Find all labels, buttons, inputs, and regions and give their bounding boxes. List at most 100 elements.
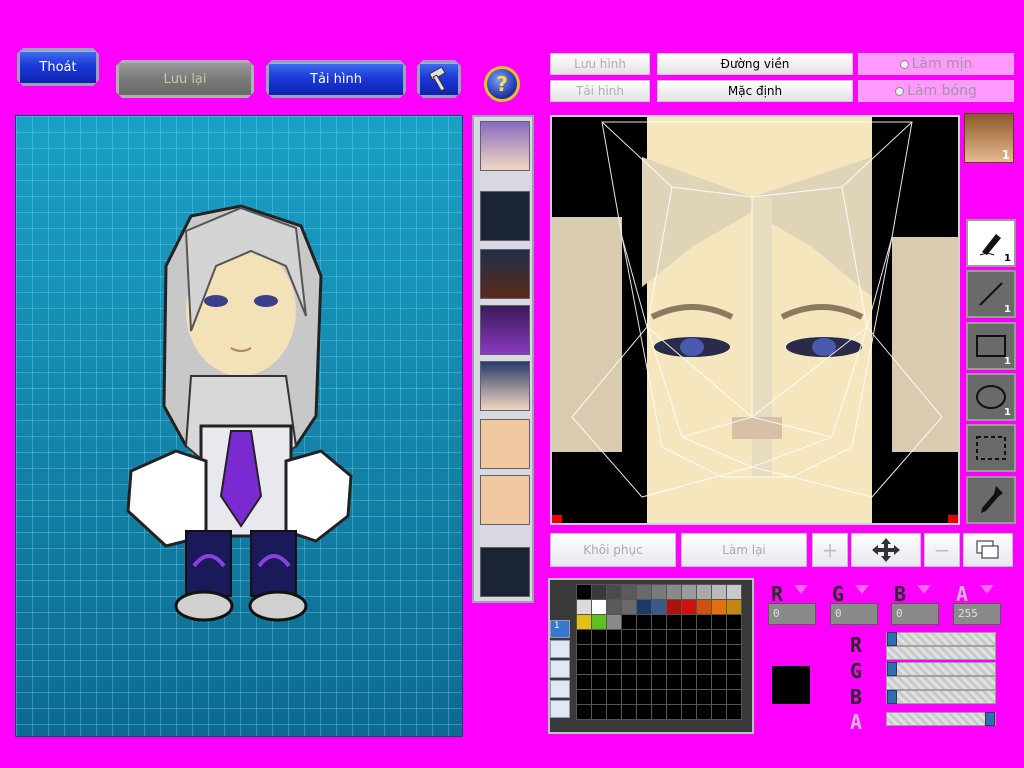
palette-color-cell[interactable] (592, 675, 606, 689)
save-button[interactable]: Lưu lại (116, 60, 254, 98)
blue-dropdown-icon[interactable] (917, 585, 931, 594)
blue-slider[interactable] (886, 690, 996, 704)
slider-knob[interactable] (985, 712, 995, 726)
palette-color-cell[interactable] (667, 705, 681, 719)
palette-color-cell[interactable] (682, 585, 696, 599)
palette-color-cell[interactable] (697, 645, 711, 659)
palette-color-cell[interactable] (577, 705, 591, 719)
slider-knob[interactable] (887, 662, 897, 676)
red-dropdown-icon[interactable] (794, 585, 808, 594)
slider-knob[interactable] (887, 632, 897, 646)
part-empty-slot[interactable] (480, 191, 530, 241)
palette-color-cell[interactable] (652, 630, 666, 644)
palette-color-cell[interactable] (577, 690, 591, 704)
palette-color-cell[interactable] (667, 630, 681, 644)
palette-color-cell[interactable] (637, 705, 651, 719)
palette-color-cell[interactable] (652, 600, 666, 614)
palette-color-cell[interactable] (727, 675, 741, 689)
palette-color-cell[interactable] (607, 585, 621, 599)
palette-color-cell[interactable] (727, 600, 741, 614)
layers-button[interactable] (963, 533, 1013, 567)
palette-color-cell[interactable] (652, 585, 666, 599)
palette-color-cell[interactable] (652, 705, 666, 719)
palette-color-cell[interactable] (592, 600, 606, 614)
palette-color-cell[interactable] (697, 585, 711, 599)
palette-color-cell[interactable] (622, 705, 636, 719)
palette-color-cell[interactable] (622, 600, 636, 614)
palette-color-cell[interactable] (697, 690, 711, 704)
palette-color-cell[interactable] (652, 615, 666, 629)
palette-color-cell[interactable] (727, 585, 741, 599)
pen-tool[interactable]: 1 (966, 219, 1016, 267)
zoom-in-button[interactable]: + (812, 533, 848, 567)
palette-color-cell[interactable] (697, 615, 711, 629)
palette-color-cell[interactable] (622, 585, 636, 599)
pixel-editor-canvas[interactable] (550, 115, 960, 525)
palette-color-cell[interactable] (622, 675, 636, 689)
palette-color-cell[interactable] (682, 660, 696, 674)
palette-color-cell[interactable] (682, 615, 696, 629)
palette-color-cell[interactable] (712, 615, 726, 629)
palette-color-cell[interactable] (592, 585, 606, 599)
alpha-value-input[interactable]: 255 (953, 603, 1001, 625)
palette-color-cell[interactable] (667, 645, 681, 659)
palette-color-cell[interactable] (577, 615, 591, 629)
part-face[interactable] (480, 361, 530, 411)
palette-color-cell[interactable] (697, 660, 711, 674)
palette-color-cell[interactable] (577, 600, 591, 614)
zoom-out-button[interactable]: − (924, 533, 960, 567)
palette-color-cell[interactable] (712, 675, 726, 689)
palette-color-cell[interactable] (637, 630, 651, 644)
palette-color-cell[interactable] (622, 645, 636, 659)
palette-color-cell[interactable] (697, 600, 711, 614)
load-image-button[interactable]: Tải hình (266, 60, 406, 98)
palette-color-cell[interactable] (727, 705, 741, 719)
palette-tab-4[interactable] (550, 680, 570, 698)
restore-button[interactable]: Khôi phục (550, 533, 676, 567)
smooth-option[interactable]: Làm mịn (858, 53, 1014, 75)
red-slider[interactable] (886, 632, 996, 646)
palette-color-cell[interactable] (592, 615, 606, 629)
palette-color-cell[interactable] (682, 690, 696, 704)
palette-color-cell[interactable] (637, 660, 651, 674)
palette-color-cell[interactable] (592, 630, 606, 644)
palette-color-cell[interactable] (592, 660, 606, 674)
green-value-input[interactable]: 0 (830, 603, 878, 625)
palette-color-cell[interactable] (727, 615, 741, 629)
face-thumbnail[interactable]: 1 (964, 113, 1014, 163)
palette-color-cell[interactable] (592, 690, 606, 704)
part-hair[interactable] (480, 249, 530, 299)
palette-color-cell[interactable] (682, 630, 696, 644)
palette-color-cell[interactable] (697, 705, 711, 719)
palette-color-cell[interactable] (712, 630, 726, 644)
palette-color-cell[interactable] (712, 660, 726, 674)
load-image-small-button[interactable]: Tải hình (550, 80, 650, 102)
part-body[interactable] (480, 475, 530, 525)
palette-color-cell[interactable] (607, 675, 621, 689)
palette-color-cell[interactable] (577, 585, 591, 599)
alpha-slider[interactable] (886, 712, 996, 726)
hammer-button[interactable] (417, 60, 461, 98)
palette-color-cell[interactable] (727, 630, 741, 644)
part-head-preview[interactable] (480, 121, 530, 171)
slider-knob[interactable] (887, 690, 897, 704)
part-empty-slot[interactable] (480, 547, 530, 597)
palette-color-cell[interactable] (622, 615, 636, 629)
help-button[interactable]: ? (484, 66, 520, 102)
palette-color-cell[interactable] (607, 645, 621, 659)
blue-value-input[interactable]: 0 (891, 603, 939, 625)
ellipse-tool[interactable]: 1 (966, 373, 1016, 421)
palette-color-cell[interactable] (712, 690, 726, 704)
palette-color-cell[interactable] (727, 645, 741, 659)
palette-color-cell[interactable] (607, 615, 621, 629)
part-outfit[interactable] (480, 305, 530, 355)
palette-color-cell[interactable] (712, 705, 726, 719)
red-value-input[interactable]: 0 (768, 603, 816, 625)
palette-color-cell[interactable] (712, 645, 726, 659)
green-dropdown-icon[interactable] (855, 585, 869, 594)
palette-color-cell[interactable] (637, 645, 651, 659)
palette-color-cell[interactable] (682, 600, 696, 614)
redo-button[interactable]: Làm lại (681, 533, 807, 567)
palette-color-cell[interactable] (607, 660, 621, 674)
palette-color-cell[interactable] (607, 630, 621, 644)
